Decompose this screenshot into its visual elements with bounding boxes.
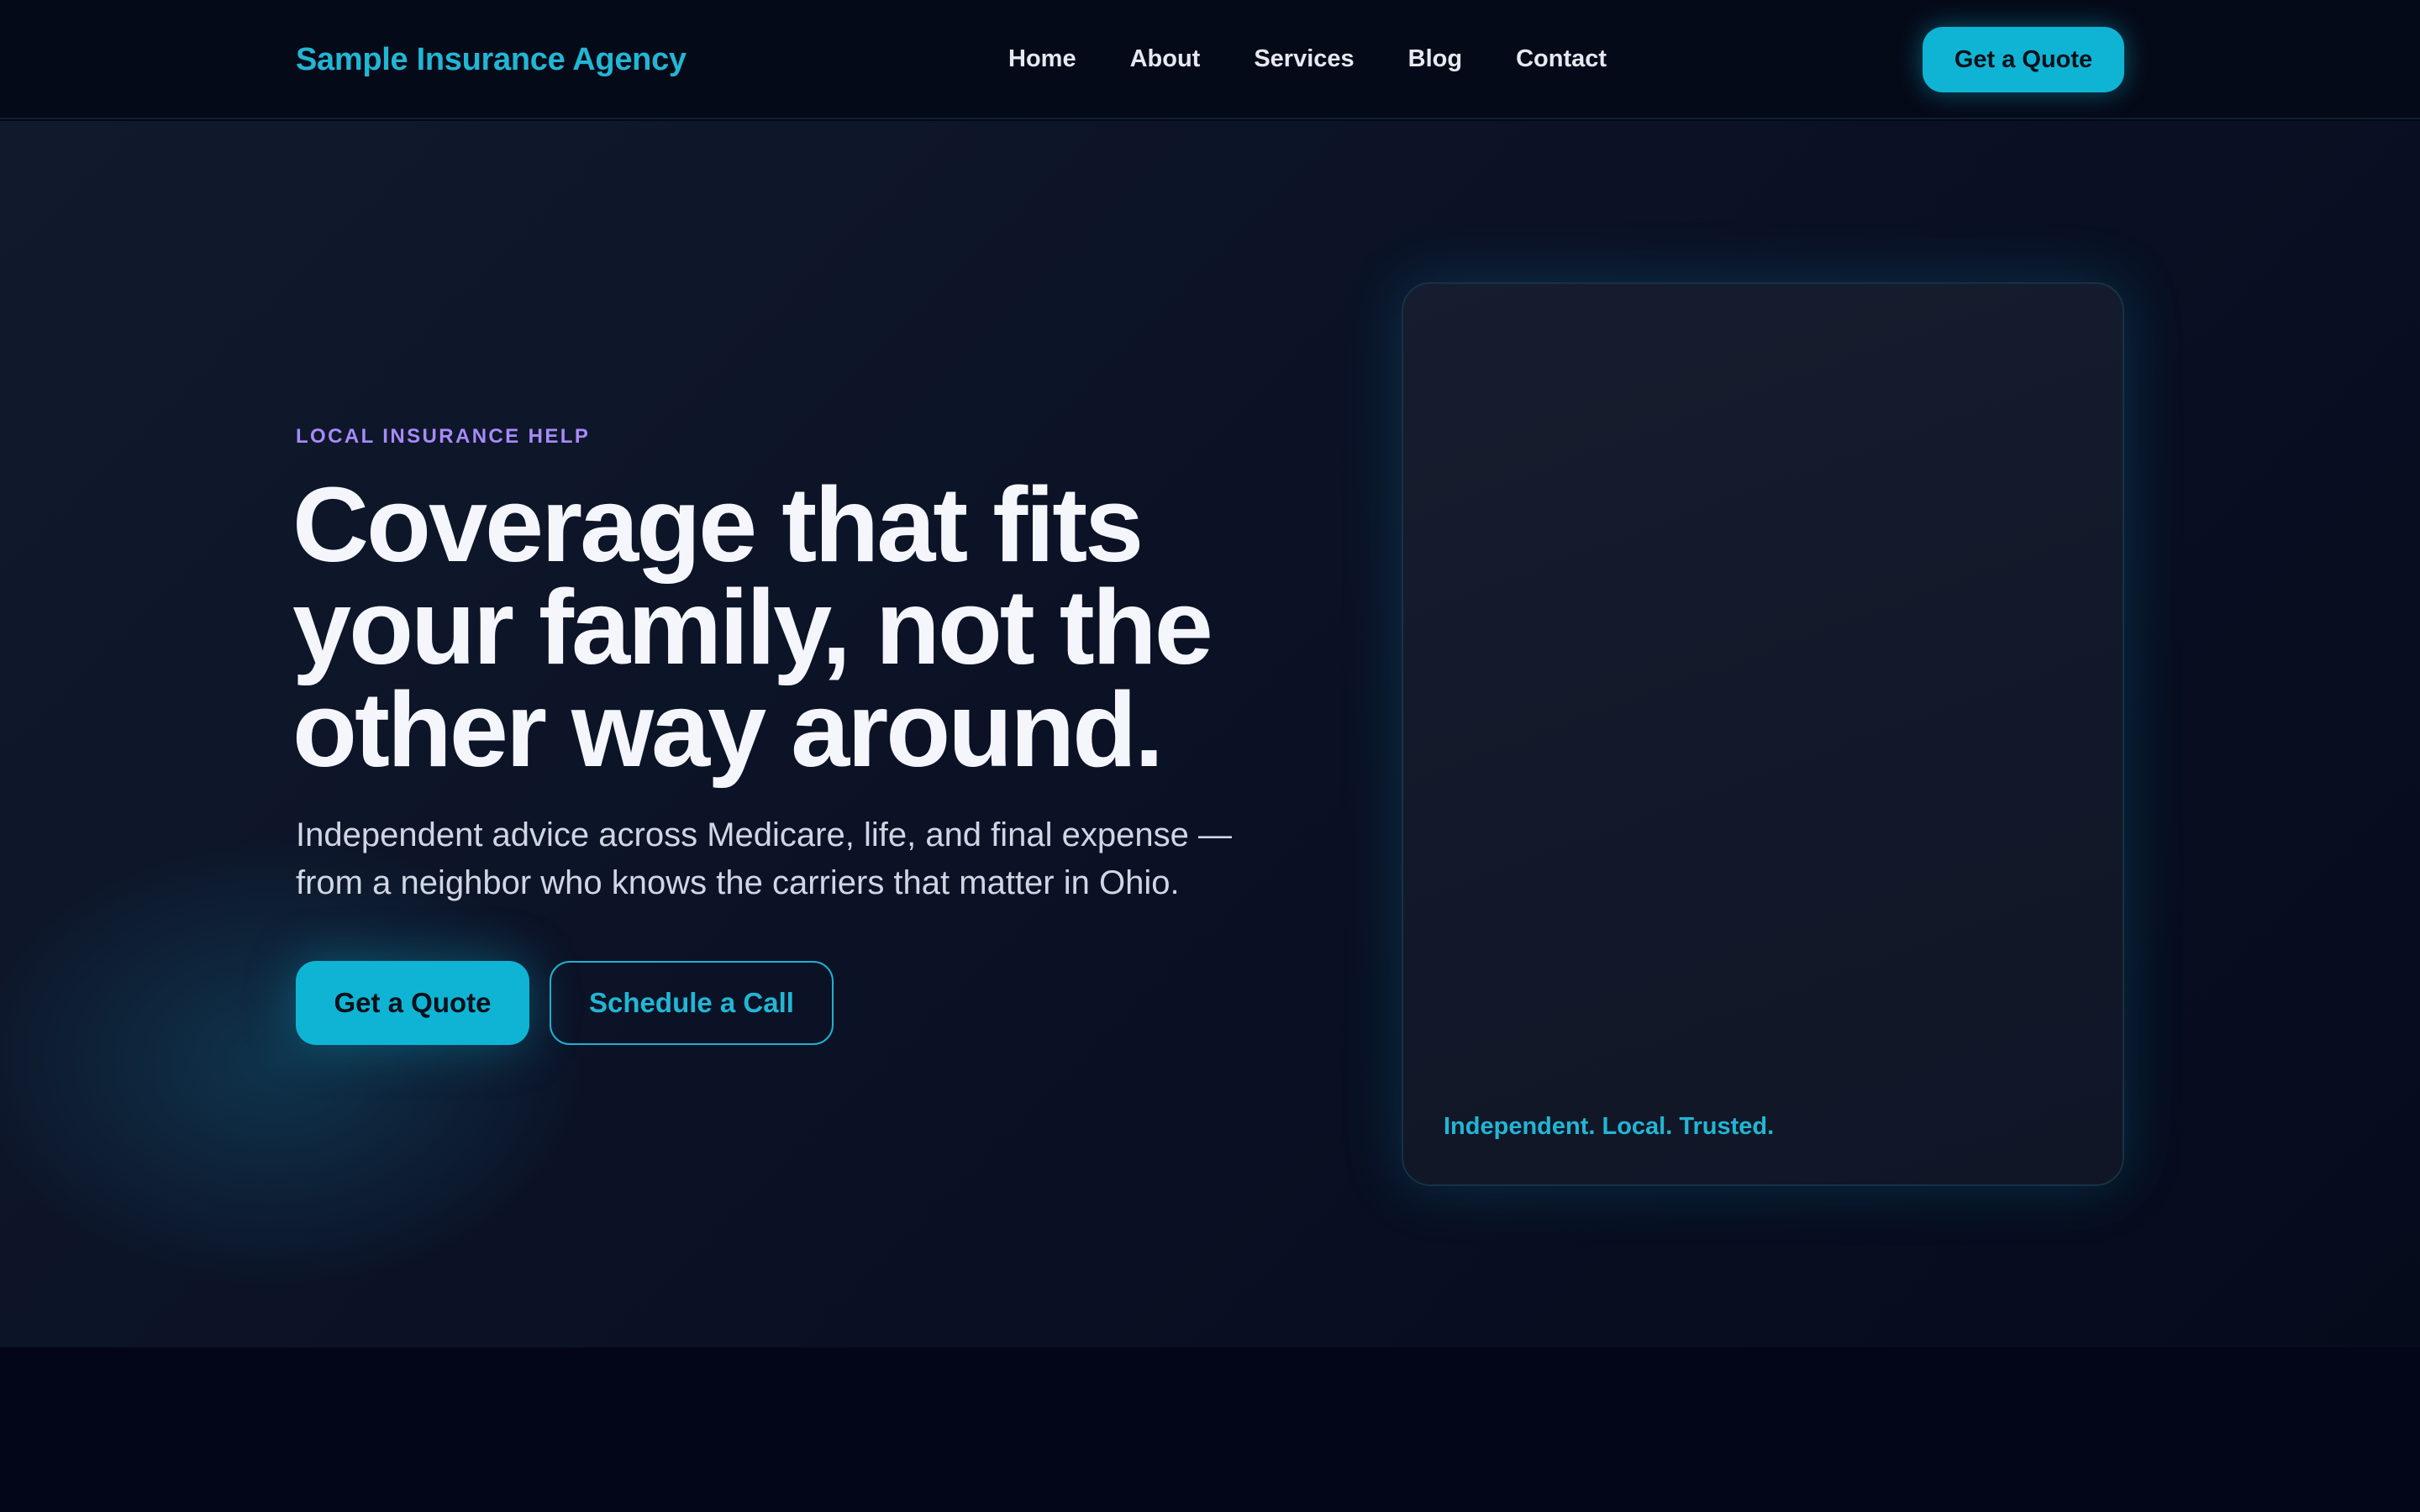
nav-link-services[interactable]: Services bbox=[1254, 45, 1354, 73]
site-header: Sample Insurance Agency Home About Servi… bbox=[0, 0, 2420, 119]
hero-subhead-line: Independent advice across Medicare, life… bbox=[296, 816, 1233, 853]
next-section-background bbox=[0, 1347, 2420, 1512]
hero-headline-line: your family, not the bbox=[292, 568, 1213, 686]
nav-link-blog[interactable]: Blog bbox=[1408, 45, 1462, 73]
nav-link-home[interactable]: Home bbox=[1008, 45, 1076, 73]
hero-eyebrow: LOCAL INSURANCE HELP bbox=[296, 425, 591, 448]
hero-headline-line: Coverage that fits bbox=[292, 465, 1144, 584]
nav-link-about[interactable]: About bbox=[1130, 45, 1201, 73]
hero-section: LOCAL INSURANCE HELP Coverage that fits … bbox=[0, 121, 2420, 1347]
hero-image-card: Independent. Local. Trusted. bbox=[1402, 282, 2124, 1186]
hero-card-caption: Independent. Local. Trusted. bbox=[1444, 1113, 1775, 1140]
hero-get-quote-button[interactable]: Get a Quote bbox=[296, 961, 529, 1045]
hero-headline-line: other way around. bbox=[292, 670, 1164, 789]
hero-subhead: Independent advice across Medicare, life… bbox=[296, 811, 1355, 907]
hero-subhead-line: from a neighbor who knows the carriers t… bbox=[296, 864, 1180, 901]
hero-schedule-call-button[interactable]: Schedule a Call bbox=[550, 961, 834, 1045]
brand-logo-text[interactable]: Sample Insurance Agency bbox=[296, 42, 687, 78]
header-get-quote-button[interactable]: Get a Quote bbox=[1923, 27, 2124, 92]
nav-link-contact[interactable]: Contact bbox=[1516, 45, 1607, 73]
main-nav: Home About Services Blog Contact bbox=[1008, 45, 1607, 73]
hero-headline: Coverage that fits your family, not the … bbox=[292, 465, 1301, 789]
